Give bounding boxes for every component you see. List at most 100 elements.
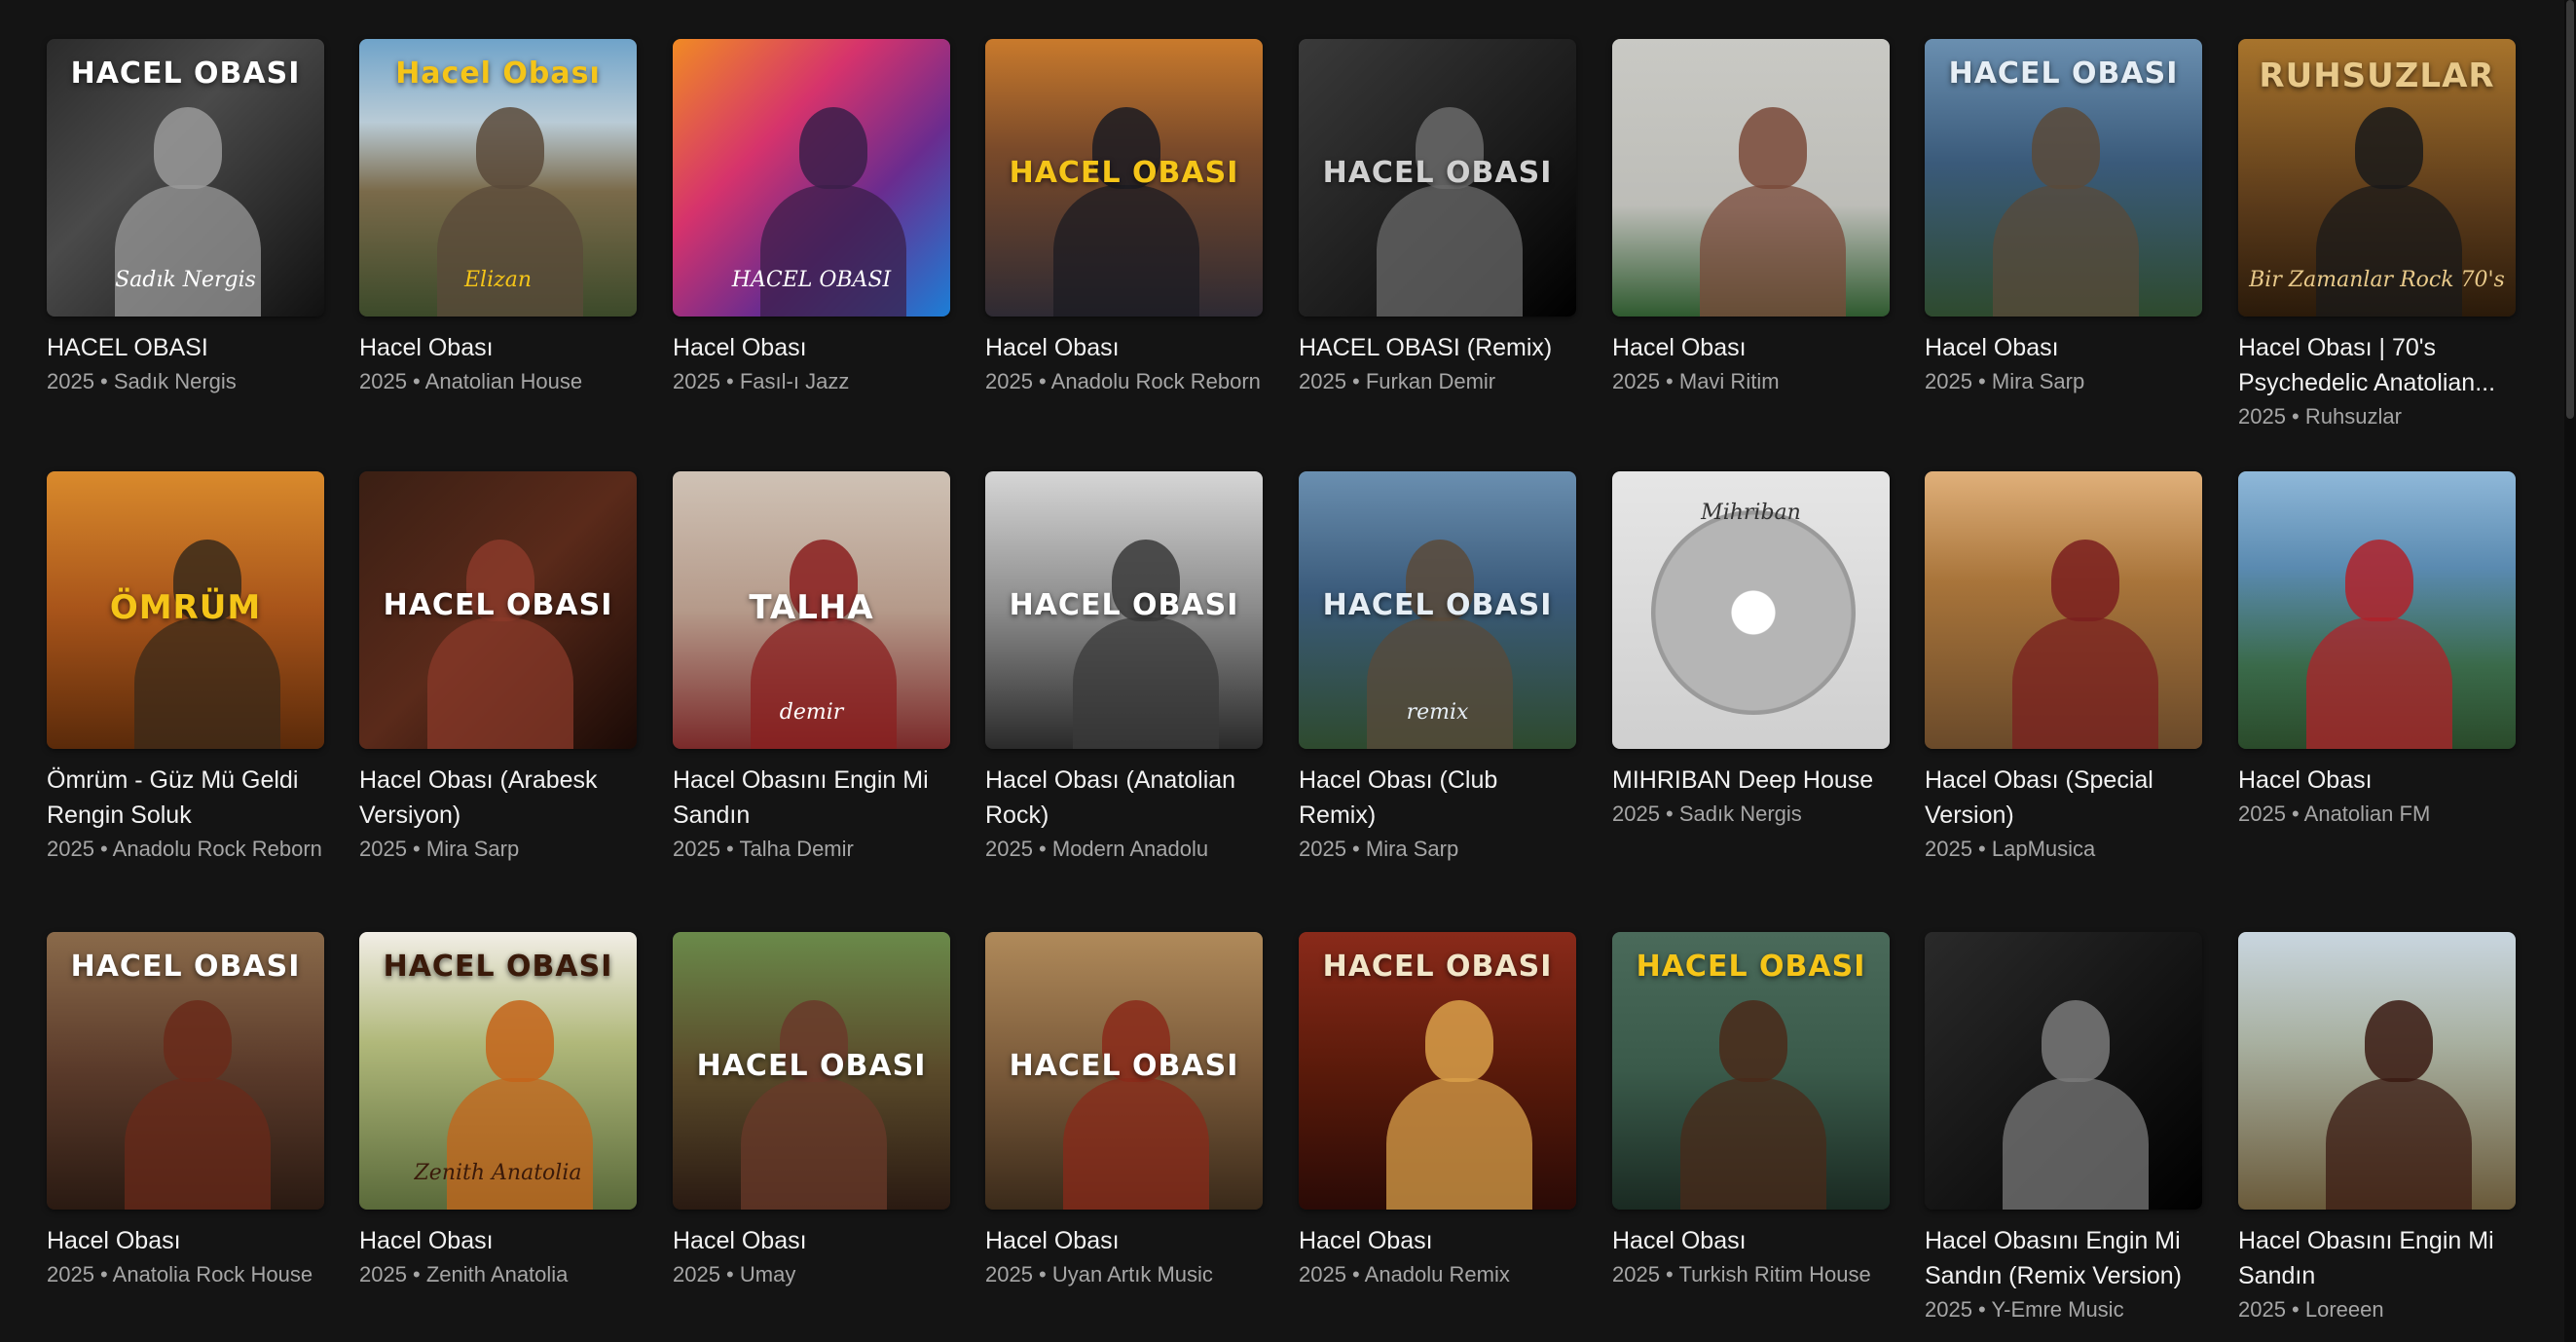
album-title[interactable]: Hacel Obası xyxy=(673,1223,950,1258)
cover-figure-body xyxy=(447,1078,593,1210)
album-title[interactable]: Hacel Obası xyxy=(1925,330,2202,365)
cover-figure-body xyxy=(2316,185,2462,317)
album-card[interactable]: RUHSUZLAR Bir Zamanlar Rock 70's Hacel Oba… xyxy=(2238,39,2516,431)
album-cover[interactable]: HACEL OBASI xyxy=(1612,932,1890,1210)
scrollbar[interactable] xyxy=(2564,0,2576,1342)
album-cover[interactable]: TALHA demir xyxy=(673,471,950,749)
cover-subtitle-text: Mihriban xyxy=(1701,501,1801,525)
cover-figure-head xyxy=(154,107,222,189)
cover-figure-body xyxy=(2012,617,2158,749)
album-card[interactable]: Hacel Obasını Engin Mi Sandın 2025 • Lore… xyxy=(2238,932,2516,1324)
scrollbar-thumb[interactable] xyxy=(2566,0,2574,419)
album-title[interactable]: Hacel Obası xyxy=(47,1223,324,1258)
cover-figure-body xyxy=(1367,617,1513,749)
album-cover[interactable]: HACEL OBASI xyxy=(673,932,950,1210)
cover-figure-body xyxy=(2003,1078,2149,1210)
cover-title-text: HACEL OBASI xyxy=(383,588,613,622)
album-title[interactable]: Hacel Obası (Special Version) xyxy=(1925,763,2202,833)
album-cover[interactable] xyxy=(1612,39,1890,317)
album-card[interactable]: Hacel Obasını Engin Mi Sandın (Remix Ver… xyxy=(1925,932,2202,1324)
album-title[interactable]: Hacel Obası (Club Remix) xyxy=(1299,763,1576,833)
album-card[interactable]: HACEL OBASI Hacel Obası 2025 • Uyan Artık … xyxy=(985,932,1263,1289)
album-card[interactable]: HACEL OBASI Sadık Nergis HACEL OBASI 2025 •… xyxy=(47,39,324,396)
album-cover[interactable] xyxy=(1925,932,2202,1210)
album-title[interactable]: Hacel Obası xyxy=(1612,1223,1890,1258)
album-cover[interactable]: HACEL OBASI xyxy=(1925,39,2202,317)
album-cover[interactable]: HACEL OBASI xyxy=(359,471,637,749)
cover-figure-body xyxy=(1386,1078,1532,1210)
album-title[interactable]: Hacel Obası xyxy=(359,330,637,365)
album-card[interactable]: HACEL OBASI Hacel Obası 2025 • Fasıl-ı Jaz… xyxy=(673,39,950,396)
cover-figure-body xyxy=(1053,185,1199,317)
album-cover[interactable]: Mihriban xyxy=(1612,471,1890,749)
cover-figure-head xyxy=(2345,540,2413,621)
album-meta: 2025 • Anatolia Rock House xyxy=(47,1262,313,1286)
album-cover[interactable]: RUHSUZLAR Bir Zamanlar Rock 70's xyxy=(2238,39,2516,317)
album-title[interactable]: Hacel Obasını Engin Mi Sandın xyxy=(2238,1223,2516,1293)
album-card[interactable]: HACEL OBASI Hacel Obası 2025 • Turkish Rit… xyxy=(1612,932,1890,1289)
album-title[interactable]: Hacel Obası xyxy=(985,330,1263,365)
album-title[interactable]: Hacel Obası xyxy=(673,330,950,365)
album-cover[interactable]: HACEL OBASI xyxy=(985,932,1263,1210)
cover-figure-head xyxy=(476,107,544,189)
album-card[interactable]: Hacel Obası (Special Version) 2025 • LapM… xyxy=(1925,471,2202,864)
cover-title-text: HACEL OBASI xyxy=(1009,156,1239,190)
album-meta: 2025 • Talha Demir xyxy=(673,837,854,861)
album-meta: 2025 • Anadolu Remix xyxy=(1299,1262,1510,1286)
cover-title-text: HACEL OBASI xyxy=(70,950,301,984)
album-card[interactable]: Mihriban MIHRIBAN Deep House 2025 • Sadık … xyxy=(1612,471,1890,829)
album-card[interactable]: HACEL OBASI Hacel Obası 2025 • Umay xyxy=(673,932,950,1289)
cover-title-text: TALHA xyxy=(749,588,874,627)
cover-figure-head xyxy=(486,1000,554,1082)
album-title[interactable]: HACEL OBASI (Remix) xyxy=(1299,330,1576,365)
album-cover[interactable]: HACEL OBASI Sadık Nergis xyxy=(47,39,324,317)
cover-figure-body xyxy=(427,617,573,749)
album-cover[interactable]: ÖMRÜM xyxy=(47,471,324,749)
album-card[interactable]: HACEL OBASI HACEL OBASI (Remix) 2025 • Fur… xyxy=(1299,39,1576,396)
album-title[interactable]: Hacel Obası | 70's Psychedelic Anatolian… xyxy=(2238,330,2516,400)
album-cover[interactable]: HACEL OBASI xyxy=(1299,39,1576,317)
album-title[interactable]: MIHRIBAN Deep House xyxy=(1612,763,1890,798)
album-card[interactable]: HACEL OBASI Hacel Obası 2025 • Mira Sarp xyxy=(1925,39,2202,396)
album-cover[interactable]: HACEL OBASI xyxy=(673,39,950,317)
album-card[interactable]: ÖMRÜM Ömrüm - Güz Mü Geldi Rengin Soluk 20… xyxy=(47,471,324,864)
album-title[interactable]: Hacel Obası xyxy=(985,1223,1263,1258)
album-title[interactable]: Ömrüm - Güz Mü Geldi Rengin Soluk xyxy=(47,763,324,833)
album-card[interactable]: HACEL OBASI Hacel Obası 2025 • Anatolia Ro… xyxy=(47,932,324,1289)
album-meta: 2025 • Mira Sarp xyxy=(1925,369,2085,393)
album-cover[interactable]: HACEL OBASI xyxy=(985,471,1263,749)
album-title[interactable]: Hacel Obası xyxy=(2238,763,2516,798)
album-cover[interactable]: HACEL OBASI remix xyxy=(1299,471,1576,749)
album-cover[interactable] xyxy=(1925,471,2202,749)
album-card[interactable]: Hacel Obası 2025 • Anatolian FM xyxy=(2238,471,2516,829)
cover-title-text: HACEL OBASI xyxy=(1322,588,1553,622)
album-card[interactable]: HACEL OBASI Zenith Anatolia Hacel Obası 202… xyxy=(359,932,637,1289)
album-card[interactable]: Hacel Obası Elizan Hacel Obası 2025 • Anato… xyxy=(359,39,637,396)
album-cover[interactable]: HACEL OBASI Zenith Anatolia xyxy=(359,932,637,1210)
album-title[interactable]: Hacel Obası (Anatolian Rock) xyxy=(985,763,1263,833)
album-card[interactable]: HACEL OBASI remix Hacel Obası (Club Remix)… xyxy=(1299,471,1576,864)
album-title[interactable]: Hacel Obası xyxy=(1612,330,1890,365)
album-title[interactable]: Hacel Obasını Engin Mi Sandın xyxy=(673,763,950,833)
album-title[interactable]: HACEL OBASI xyxy=(47,330,324,365)
album-title[interactable]: Hacel Obası xyxy=(1299,1223,1576,1258)
album-card[interactable]: HACEL OBASI Hacel Obası (Anatolian Rock) 2… xyxy=(985,471,1263,864)
album-card[interactable]: TALHA demir Hacel Obasını Engin Mi Sandın 2… xyxy=(673,471,950,864)
album-meta: 2025 • Fasıl-ı Jazz xyxy=(673,369,850,393)
album-title[interactable]: Hacel Obasını Engin Mi Sandın (Remix Ver… xyxy=(1925,1223,2202,1293)
album-card[interactable]: HACEL OBASI Hacel Obası 2025 • Anadolu Roc… xyxy=(985,39,1263,396)
album-card[interactable]: HACEL OBASI Hacel Obası 2025 • Anadolu Rem… xyxy=(1299,932,1576,1289)
cover-figure-body xyxy=(125,1078,271,1210)
album-meta: 2025 • Anatolian FM xyxy=(2238,801,2431,826)
album-cover[interactable]: Hacel Obası Elizan xyxy=(359,39,637,317)
album-card[interactable]: Hacel Obası 2025 • Mavi Ritim xyxy=(1612,39,1890,396)
album-cover[interactable]: HACEL OBASI xyxy=(985,39,1263,317)
cover-subtitle-text: Elizan xyxy=(463,268,532,292)
album-title[interactable]: Hacel Obası xyxy=(359,1223,637,1258)
album-cover[interactable] xyxy=(2238,471,2516,749)
album-cover[interactable] xyxy=(2238,932,2516,1210)
album-cover[interactable]: HACEL OBASI xyxy=(1299,932,1576,1210)
album-title[interactable]: Hacel Obası (Arabesk Versiyon) xyxy=(359,763,637,833)
album-card[interactable]: HACEL OBASI Hacel Obası (Arabesk Versiyon… xyxy=(359,471,637,864)
album-cover[interactable]: HACEL OBASI xyxy=(47,932,324,1210)
